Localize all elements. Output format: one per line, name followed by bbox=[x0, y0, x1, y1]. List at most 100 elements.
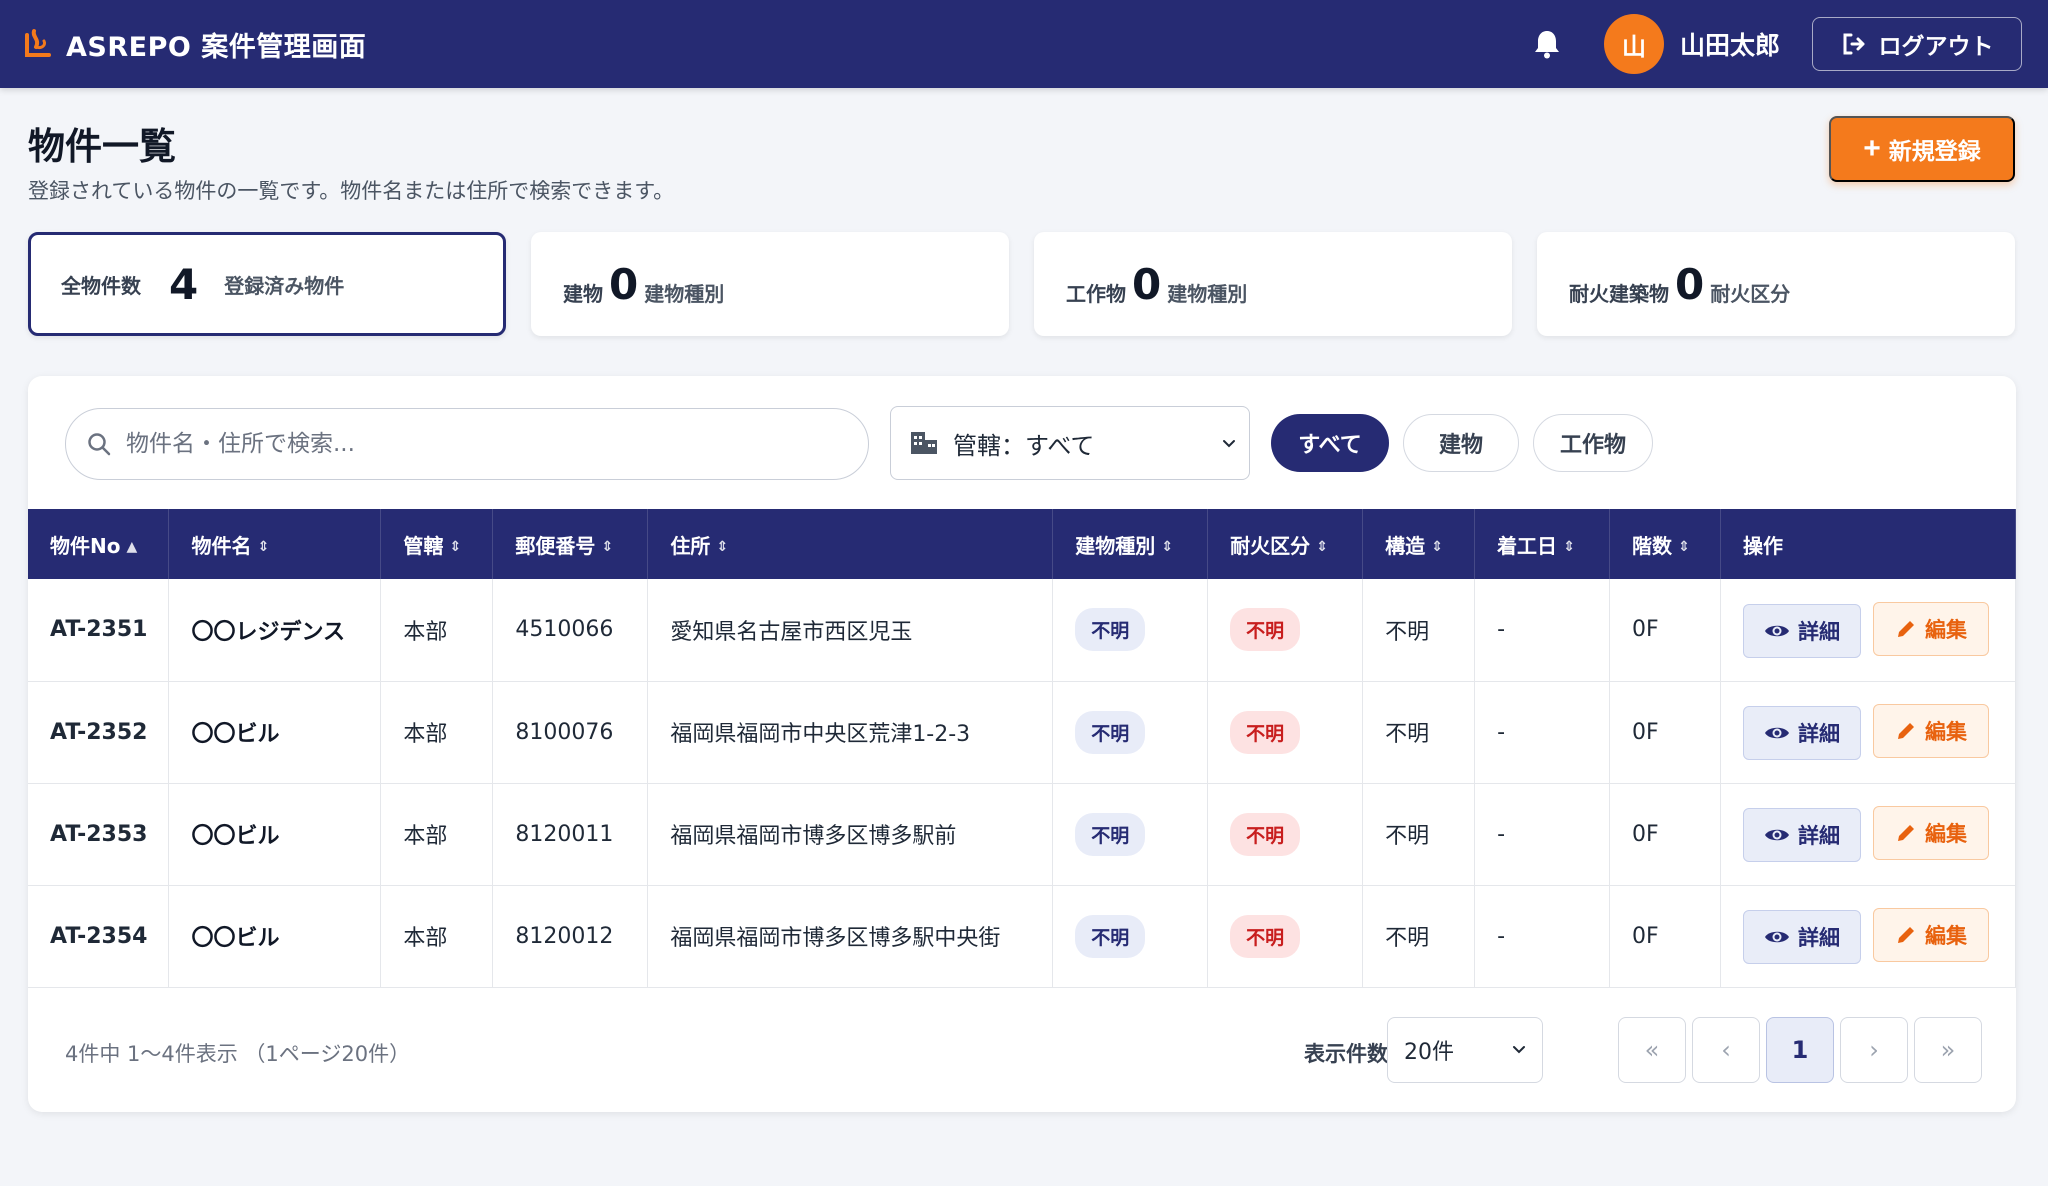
column-header-actions: 操作 bbox=[1720, 509, 2016, 579]
stat-card-fireproof[interactable]: 耐火建築物 0 耐火区分 bbox=[1537, 232, 2015, 336]
eye-icon bbox=[1764, 829, 1789, 841]
sort-icon: ⇕ bbox=[1563, 539, 1575, 555]
cell-address: 愛知県名古屋市西区児玉 bbox=[647, 579, 1054, 681]
table-header-row: 物件No ▲ 物件名 ⇕ 管轄 ⇕ 郵便番号 ⇕ 住所 ⇕ 建物種別 ⇕ 耐火区分 ⇕ 構造 ⇕… bbox=[28, 509, 2016, 579]
jurisdiction-select[interactable]: 管轄：すべて bbox=[890, 406, 1250, 480]
type-badge: 不明 bbox=[1075, 914, 1146, 958]
avatar[interactable]: 山 bbox=[1603, 14, 1664, 74]
per-page-value: 20件 bbox=[1404, 1040, 1454, 1065]
cell-type: 不明 bbox=[1052, 783, 1209, 885]
stat-value: 0 bbox=[1132, 259, 1162, 309]
cell-no: AT-2354 bbox=[28, 885, 170, 987]
cell-start: - bbox=[1474, 579, 1610, 681]
sort-icon: ⇕ bbox=[1316, 539, 1328, 555]
property-list-panel: 管轄：すべて すべて 建物 工作物 物件No▲ 物件名⇕ 管轄⇕ 郵便番号⇕ 住… bbox=[28, 376, 2016, 1112]
sort-icon: ⇕ bbox=[716, 539, 729, 555]
table-row[interactable]: AT-2354 〇〇ビル 本部 8120012 福岡県福岡市博多区博多駅中央街 … bbox=[28, 885, 2016, 987]
table-row[interactable]: AT-2353 〇〇ビル 本部 8120011 福岡県福岡市博多区博多駅前 不明… bbox=[28, 783, 2016, 885]
cell-floors: 0F bbox=[1609, 783, 1721, 885]
per-page-select[interactable]: 20件 bbox=[1387, 1017, 1543, 1083]
cell-actions: 詳細 編集 bbox=[1720, 579, 2016, 681]
edit-button[interactable]: 編集 bbox=[1872, 908, 1989, 962]
column-header-office[interactable]: 管轄 ⇕ bbox=[380, 509, 494, 579]
column-header-start[interactable]: 着工日 ⇕ bbox=[1474, 509, 1610, 579]
column-header-floors[interactable]: 階数 ⇕ bbox=[1609, 509, 1721, 579]
pencil-icon bbox=[1897, 927, 1914, 943]
notification-bell-icon[interactable] bbox=[1530, 27, 1564, 61]
edit-button[interactable]: 編集 bbox=[1872, 704, 1989, 758]
cell-address: 福岡県福岡市博多区博多駅中央街 bbox=[647, 885, 1054, 987]
filter-chip-structure[interactable]: 工作物 bbox=[1533, 414, 1653, 472]
column-header-address[interactable]: 住所 ⇕ bbox=[647, 509, 1054, 579]
column-header-no[interactable]: 物件No ▲ bbox=[28, 509, 170, 579]
type-badge: 不明 bbox=[1075, 608, 1146, 652]
plus-icon: + bbox=[1863, 132, 1881, 165]
logout-button[interactable]: ログアウト bbox=[1812, 17, 2022, 71]
page-1-button[interactable]: 1 bbox=[1766, 1017, 1834, 1083]
edit-button[interactable]: 編集 bbox=[1872, 806, 1989, 860]
logout-icon bbox=[1843, 33, 1864, 55]
cell-no: AT-2351 bbox=[28, 579, 170, 681]
search-icon bbox=[88, 433, 111, 456]
sort-icon: ⇕ bbox=[1161, 539, 1173, 555]
search-input[interactable] bbox=[126, 431, 826, 457]
stat-card-building[interactable]: 建物 0 建物種別 bbox=[531, 232, 1009, 336]
cell-floors: 0F bbox=[1609, 681, 1721, 783]
next-page-button[interactable]: › bbox=[1840, 1017, 1908, 1083]
column-header-structure[interactable]: 構造 ⇕ bbox=[1362, 509, 1476, 579]
filter-chip-building[interactable]: 建物 bbox=[1403, 414, 1519, 472]
cell-name: 〇〇ビル bbox=[168, 783, 382, 885]
app-title: ASREPO 案件管理画面 bbox=[66, 31, 367, 63]
cell-office: 本部 bbox=[380, 783, 494, 885]
stat-label: 工作物 bbox=[1066, 281, 1126, 306]
sort-asc-icon: ▲ bbox=[126, 539, 138, 555]
cell-actions: 詳細 編集 bbox=[1720, 885, 2016, 987]
edit-button[interactable]: 編集 bbox=[1872, 601, 1989, 656]
eye-icon bbox=[1764, 727, 1789, 739]
column-header-name[interactable]: 物件名 ⇕ bbox=[168, 509, 382, 579]
stat-label: 全物件数 bbox=[61, 273, 141, 298]
building-icon bbox=[911, 432, 937, 454]
page-description: 登録されている物件の一覧です。物件名または住所で検索できます。 bbox=[28, 179, 675, 203]
filter-chip-all[interactable]: すべて bbox=[1271, 414, 1389, 472]
column-header-fire[interactable]: 耐火区分 ⇕ bbox=[1207, 509, 1364, 579]
cell-start: - bbox=[1474, 681, 1610, 783]
column-header-zip[interactable]: 郵便番号 ⇕ bbox=[492, 509, 649, 579]
detail-button[interactable]: 詳細 bbox=[1742, 706, 1861, 760]
column-header-type[interactable]: 建物種別 ⇕ bbox=[1052, 509, 1209, 579]
cell-floors: 0F bbox=[1609, 579, 1721, 681]
table-row[interactable]: AT-2351 〇〇レジデンス 本部 4510066 愛知県名古屋市西区児玉 不… bbox=[28, 579, 2016, 681]
cell-no: AT-2352 bbox=[28, 681, 170, 783]
stat-card-all[interactable]: 全物件数 4 登録済み物件 bbox=[28, 232, 506, 336]
prev-page-button[interactable]: ‹ bbox=[1692, 1017, 1760, 1083]
new-register-button[interactable]: + 新規登録 bbox=[1829, 116, 2015, 182]
pencil-icon bbox=[1897, 620, 1914, 637]
property-table: 物件No ▲ 物件名 ⇕ 管轄 ⇕ 郵便番号 ⇕ 住所 ⇕ 建物種別 ⇕ 耐火区分 ⇕ 構造 ⇕… bbox=[28, 509, 2016, 988]
cell-structure: 不明 bbox=[1362, 783, 1476, 885]
brand[interactable]: ASREPO 案件管理画面 bbox=[22, 25, 366, 64]
detail-button[interactable]: 詳細 bbox=[1742, 603, 1861, 658]
cell-type: 不明 bbox=[1052, 885, 1209, 987]
username: 山田太郎 bbox=[1679, 31, 1780, 60]
fire-badge: 不明 bbox=[1230, 608, 1301, 652]
detail-button[interactable]: 詳細 bbox=[1742, 808, 1861, 862]
detail-button[interactable]: 詳細 bbox=[1742, 910, 1861, 964]
cell-fire: 不明 bbox=[1207, 681, 1364, 783]
type-badge: 不明 bbox=[1075, 812, 1146, 856]
cell-name: 〇〇ビル bbox=[168, 681, 382, 783]
chevron-down-icon bbox=[1223, 440, 1235, 448]
stat-value: 0 bbox=[609, 259, 639, 309]
first-page-button[interactable]: « bbox=[1618, 1017, 1686, 1083]
jurisdiction-select-value: 管轄：すべて bbox=[953, 431, 1095, 460]
eye-icon bbox=[1764, 931, 1789, 943]
cell-address: 福岡県福岡市博多区博多駅前 bbox=[647, 783, 1054, 885]
stat-card-structure[interactable]: 工作物 0 建物種別 bbox=[1034, 232, 1512, 336]
cell-actions: 詳細 編集 bbox=[1720, 783, 2016, 885]
cell-type: 不明 bbox=[1052, 681, 1209, 783]
last-page-button[interactable]: » bbox=[1914, 1017, 1982, 1083]
table-row[interactable]: AT-2352 〇〇ビル 本部 8100076 福岡県福岡市中央区荒津1-2-3… bbox=[28, 681, 2016, 783]
search-box[interactable] bbox=[65, 408, 869, 480]
sort-icon: ⇕ bbox=[449, 539, 462, 555]
cell-start: - bbox=[1474, 885, 1610, 987]
chevron-down-icon bbox=[1513, 1046, 1525, 1054]
